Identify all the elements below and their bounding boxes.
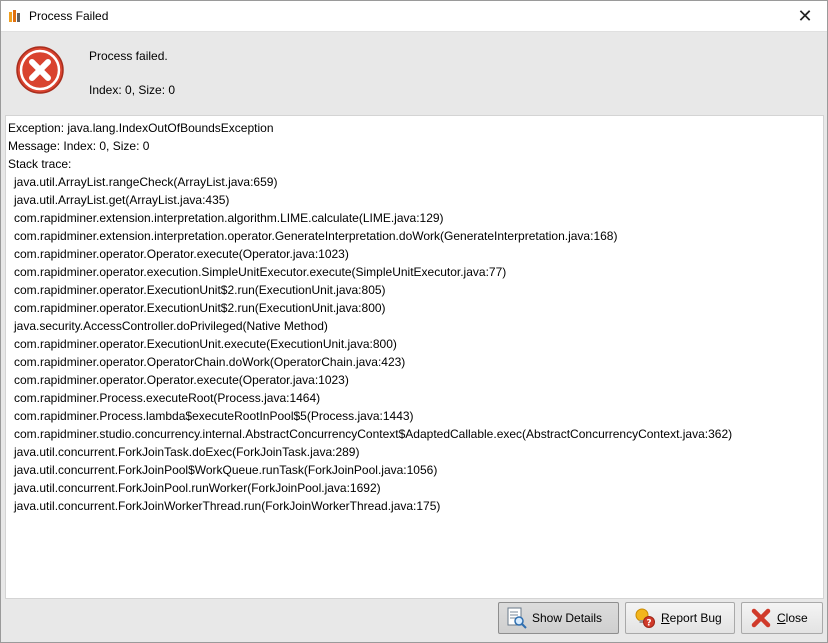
stack-frame: java.security.AccessController.doPrivile… — [14, 319, 328, 333]
stack-frame: com.rapidminer.Process.lambda$executeRoo… — [14, 409, 414, 423]
exception-message-line: Message: Index: 0, Size: 0 — [8, 139, 150, 153]
show-details-label: Show Details — [532, 611, 603, 625]
rapidminer-app-icon — [9, 10, 20, 22]
stack-frame: java.util.concurrent.ForkJoinWorkerThrea… — [14, 499, 441, 513]
stack-frame: com.rapidminer.operator.OperatorChain.do… — [14, 355, 406, 369]
close-label: Close — [777, 611, 808, 625]
stack-frame: java.util.ArrayList.rangeCheck(ArrayList… — [14, 175, 278, 189]
button-bar: Show Details ? Report Bug Close — [1, 598, 827, 642]
stack-frame: java.util.concurrent.ForkJoinPool$WorkQu… — [14, 463, 438, 477]
stack-frame: com.rapidminer.studio.concurrency.intern… — [14, 427, 733, 441]
window-title: Process Failed — [29, 9, 109, 23]
close-mnemonic: C — [777, 611, 786, 625]
show-details-button[interactable]: Show Details — [498, 602, 619, 634]
report-bug-button[interactable]: ? Report Bug — [625, 602, 735, 634]
bug-report-icon: ? — [635, 608, 655, 629]
window-close-icon[interactable]: ✕ — [783, 1, 827, 31]
stack-frame: com.rapidminer.operator.ExecutionUnit.ex… — [14, 337, 397, 351]
stack-trace-label: Stack trace: — [8, 157, 72, 171]
close-button[interactable]: Close — [741, 602, 823, 634]
stack-frame: com.rapidminer.operator.Operator.execute… — [14, 373, 349, 387]
stack-frame: com.rapidminer.extension.interpretation.… — [14, 211, 444, 225]
title-bar: Process Failed ✕ — [1, 1, 827, 32]
error-icon — [16, 46, 64, 94]
stack-frame: java.util.concurrent.ForkJoinPool.runWor… — [14, 481, 381, 495]
stack-frame: com.rapidminer.Process.executeRoot(Proce… — [14, 391, 321, 405]
stack-frame: java.util.concurrent.ForkJoinTask.doExec… — [14, 445, 360, 459]
message-header: Process failed. Index: 0, Size: 0 — [1, 32, 827, 114]
stack-frame: com.rapidminer.operator.execution.Simple… — [14, 265, 507, 279]
stack-trace-panel[interactable]: Exception: java.lang.IndexOutOfBoundsExc… — [5, 115, 824, 599]
exception-line: Exception: java.lang.IndexOutOfBoundsExc… — [8, 121, 274, 135]
close-icon — [751, 608, 771, 628]
document-search-icon — [507, 607, 527, 629]
stack-frame: com.rapidminer.operator.ExecutionUnit$2.… — [14, 301, 386, 315]
process-failed-dialog: Process Failed ✕ Process failed. Index: … — [0, 0, 828, 643]
stack-frame: java.util.ArrayList.get(ArrayList.java:4… — [14, 193, 230, 207]
error-detail: Index: 0, Size: 0 — [89, 83, 176, 97]
report-bug-label-rest: eport Bug — [669, 611, 722, 625]
stack-frame: com.rapidminer.operator.Operator.execute… — [14, 247, 349, 261]
stack-frame: com.rapidminer.extension.interpretation.… — [14, 229, 618, 243]
report-bug-label: Report Bug — [661, 611, 722, 625]
report-bug-mnemonic: R — [661, 611, 670, 625]
stack-frame: com.rapidminer.operator.ExecutionUnit$2.… — [14, 283, 386, 297]
close-label-rest: lose — [785, 611, 808, 625]
svg-text:?: ? — [646, 619, 651, 629]
error-message: Process failed. — [89, 49, 168, 63]
